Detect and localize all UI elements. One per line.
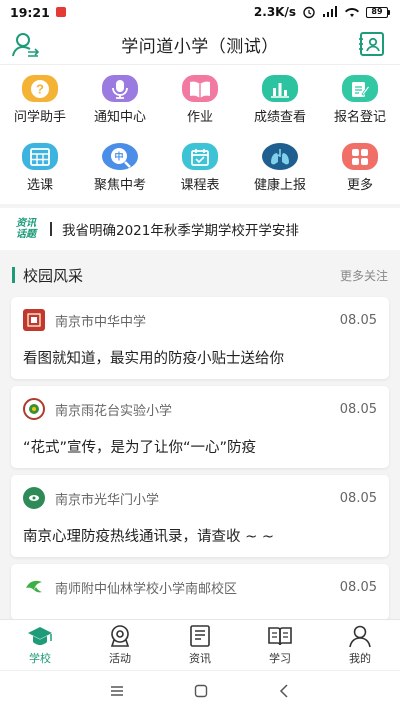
grid-item-label: 聚焦中考 <box>93 178 146 193</box>
grid-item-homework[interactable]: 作业 <box>160 65 240 125</box>
table-icon <box>22 143 58 170</box>
more-follow-link[interactable]: 更多关注 <box>340 267 388 284</box>
notification-icon <box>55 7 66 17</box>
grid-item-timetable[interactable]: 课程表 <box>160 133 240 193</box>
grid-item-label: 更多 <box>346 178 373 193</box>
tab-news[interactable]: 资讯 <box>160 620 240 670</box>
function-grid: ? 问学助手 通知中心 作业 成绩查看 报名登记 选课 中 聚焦中考 课程表 健… <box>0 64 400 204</box>
status-time: 19:21 <box>10 4 50 20</box>
status-right: 2.3K/s 89 <box>254 5 390 19</box>
grid-item-label: 健康上报 <box>253 178 306 193</box>
card-headline[interactable]: “花式”宣传，是为了让你“一心”防疫 <box>23 436 256 457</box>
menu-icon[interactable] <box>110 685 124 697</box>
card-headline[interactable]: 南京心理防疫热线通讯录，请查收 ~ ~ <box>23 525 274 546</box>
svg-text:中: 中 <box>114 150 123 162</box>
lungs-icon <box>262 143 298 170</box>
battery-level: 89 <box>366 6 388 18</box>
news-card[interactable]: 南师附中仙林学校小学南邮校区 08.05 <box>11 564 389 620</box>
news-topic-badge: 资讯 话题 <box>12 218 40 240</box>
network-speed: 2.3K/s <box>253 5 296 19</box>
grid-item-course-select[interactable]: 选课 <box>0 133 80 193</box>
school-name: 南京市光华门小学 <box>55 492 160 508</box>
wifi-icon <box>345 8 359 17</box>
tab-study[interactable]: 学习 <box>240 620 320 670</box>
system-navigation-bar <box>0 670 400 711</box>
person-icon <box>349 625 371 648</box>
book-icon <box>182 75 218 102</box>
search-icon: 中 <box>102 143 138 170</box>
location-pin-icon <box>110 625 130 647</box>
news-icon <box>190 625 210 647</box>
question-icon: ? <box>22 75 58 102</box>
news-card[interactable]: 南京市光华门小学 08.05 南京心理防疫热线通讯录，请查收 ~ ~ <box>11 475 389 557</box>
app-header: 学问道小学（测试） <box>0 24 400 64</box>
section-accent-bar <box>12 267 15 283</box>
badge-line-1: 资讯 <box>16 218 36 229</box>
post-date: 08.05 <box>339 579 377 595</box>
home-icon[interactable] <box>194 684 208 698</box>
microphone-icon <box>102 75 138 102</box>
news-card[interactable]: 南京雨花台实验小学 08.05 “花式”宣传，是为了让你“一心”防疫 <box>11 386 389 468</box>
tab-label: 学习 <box>269 652 291 665</box>
card-headline[interactable]: 看图就知道，最实用的防疫小贴士送给你 <box>23 347 284 368</box>
grid-item-label: 课程表 <box>180 178 220 193</box>
tab-label: 活动 <box>109 652 131 665</box>
grid-item-label: 通知中心 <box>93 110 146 125</box>
battery-icon: 89 <box>366 6 390 18</box>
post-date: 08.05 <box>339 401 377 417</box>
school-logo-icon <box>23 309 45 331</box>
page-title: 学问道小学（测试） <box>121 36 279 57</box>
school-name: 南京市中华中学 <box>55 314 147 330</box>
calendar-icon <box>182 143 218 170</box>
tab-label: 我的 <box>349 652 371 665</box>
grid-item-focus-exam[interactable]: 中 聚焦中考 <box>80 133 160 193</box>
ticker-divider <box>50 222 52 236</box>
grid-item-label: 报名登记 <box>333 110 386 125</box>
school-logo-icon <box>23 398 45 420</box>
tab-label: 学校 <box>29 652 51 665</box>
news-ticker[interactable]: 资讯 话题 我省明确2021年秋季学期学校开学安排 <box>0 208 400 250</box>
tab-label: 资讯 <box>189 652 211 665</box>
school-logo-icon <box>23 576 45 598</box>
back-icon[interactable] <box>278 684 290 698</box>
post-date: 08.05 <box>339 312 377 328</box>
grid-item-assistant[interactable]: ? 问学助手 <box>0 65 80 125</box>
signal-icon <box>323 6 337 17</box>
edit-icon <box>342 75 378 102</box>
ticker-headline[interactable]: 我省明确2021年秋季学期学校开学安排 <box>62 219 299 239</box>
grid-item-label: 问学助手 <box>13 110 66 125</box>
tab-mine[interactable]: 我的 <box>320 620 400 670</box>
badge-line-2: 话题 <box>16 229 36 240</box>
grid-icon <box>342 143 378 170</box>
open-book-icon <box>268 627 292 646</box>
section-title: 校园风采 <box>23 266 84 285</box>
grid-item-label: 选课 <box>26 178 53 193</box>
school-name: 南京雨花台实验小学 <box>55 403 173 419</box>
grid-item-label: 作业 <box>186 110 213 125</box>
news-card[interactable]: 南京市中华中学 08.05 看图就知道，最实用的防疫小贴士送给你 <box>11 297 389 379</box>
bottom-tab-bar: 学校 活动 资讯 学习 我的 <box>0 619 400 670</box>
switch-user-icon[interactable] <box>10 30 40 60</box>
grid-item-more[interactable]: 更多 <box>320 133 400 193</box>
school-logo-icon <box>23 487 45 509</box>
graduation-cap-icon <box>28 627 52 645</box>
tab-activity[interactable]: 活动 <box>80 620 160 670</box>
grid-item-notice-center[interactable]: 通知中心 <box>80 65 160 125</box>
bar-chart-icon <box>262 75 298 102</box>
section-header: 校园风采 更多关注 <box>0 262 400 288</box>
grid-item-grades[interactable]: 成绩查看 <box>240 65 320 125</box>
alarm-icon <box>303 6 315 19</box>
post-date: 08.05 <box>339 490 377 506</box>
school-name: 南师附中仙林学校小学南邮校区 <box>55 581 238 597</box>
status-bar: 19:21 2.3K/s 89 <box>0 0 400 24</box>
grid-item-health-report[interactable]: 健康上报 <box>240 133 320 193</box>
svg-text:?: ? <box>36 81 44 96</box>
grid-item-label: 成绩查看 <box>253 110 306 125</box>
tab-school[interactable]: 学校 <box>0 620 80 670</box>
grid-item-registration[interactable]: 报名登记 <box>320 65 400 125</box>
id-card-icon[interactable] <box>358 30 386 58</box>
